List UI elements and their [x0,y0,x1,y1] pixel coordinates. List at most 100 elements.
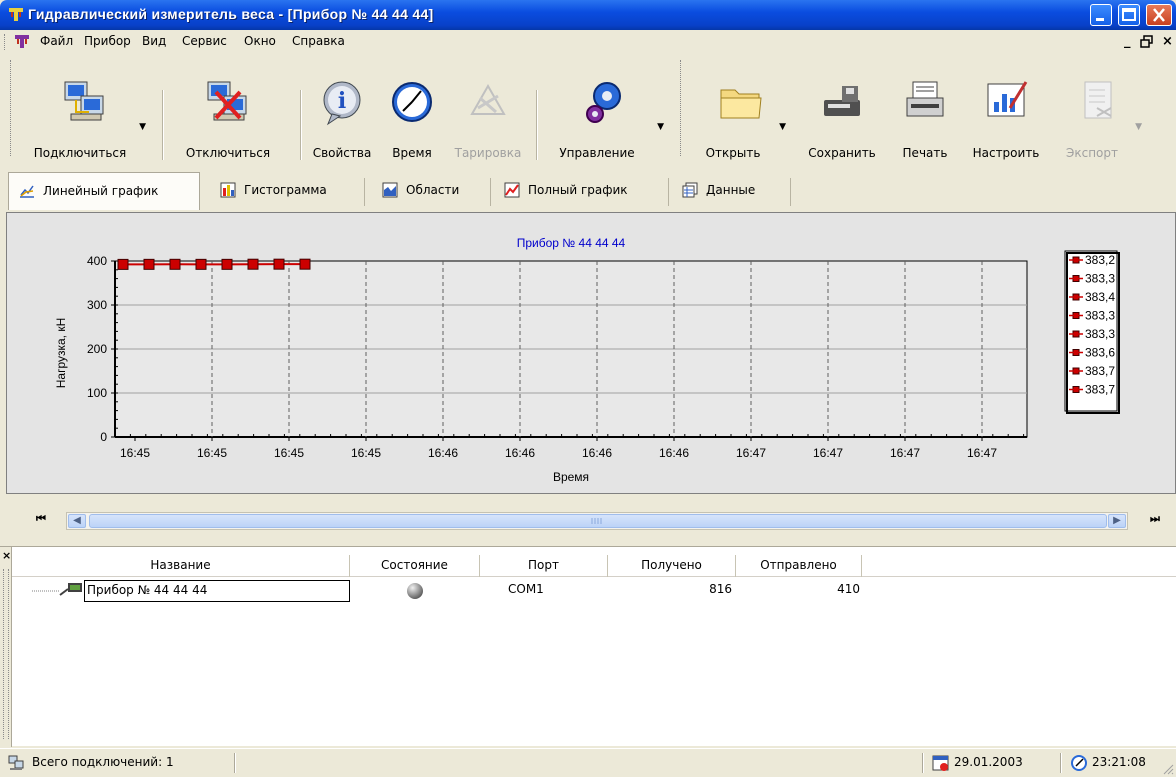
menu-service[interactable]: Сервис [182,34,227,48]
menu-window[interactable]: Окно [244,34,276,48]
toolbar-separator [536,90,538,160]
print-label: Печать [902,146,948,160]
scroll-last-button[interactable]: ⏭ [1150,512,1160,526]
properties-label: Свойства [312,146,372,160]
document-icon[interactable] [14,34,30,50]
x-tick-label: 16:47 [736,446,766,460]
export-icon [1084,81,1112,119]
menu-view[interactable]: Вид [142,34,166,48]
tab-histogram-label: Гистограмма [244,183,327,197]
x-tick-label: 16:46 [659,446,689,460]
chart-panel: 0 100 200 300 400 16:45 16:45 16:45 16:45 16:46 16… [6,212,1176,494]
connect-label: Подключиться [33,146,127,160]
x-tick-label: 16:46 [582,446,612,460]
time-label: Время [392,146,432,160]
legend-entry: 383,7 [1085,383,1115,397]
tab-separator [790,178,791,206]
control-button[interactable]: ▼ Управление [542,56,668,164]
data-point-marker [117,258,129,270]
panel-side-bar: × [0,547,12,747]
open-button[interactable]: ▼ Открыть [690,56,792,164]
maximize-button[interactable] [1118,4,1140,26]
minimize-icon [1096,18,1104,21]
header-state[interactable]: Состояние [350,555,480,577]
tab-histogram[interactable]: Гистограмма [210,172,360,210]
mdi-close-button[interactable]: × [1162,34,1173,49]
legend-entry: 383,4 [1085,290,1115,304]
mdi-restore-icon[interactable] [1140,35,1154,49]
close-button[interactable] [1146,4,1172,26]
export-label: Экспорт [1065,146,1119,160]
mdi-minimize-button[interactable]: _ [1124,34,1131,49]
y-tick-label: 400 [87,254,107,268]
clock-icon [1071,755,1087,771]
calendar-icon [932,755,949,771]
tab-full-chart-label: Полный график [528,183,628,197]
sent-cell: 410 [837,582,860,596]
disconnect-button[interactable]: Отключиться [168,56,288,164]
configure-label: Настроить [972,146,1040,160]
thumb-grip-icon [591,518,602,524]
line-chart: 0 100 200 300 400 16:45 16:45 16:45 16:45 16:46 16… [54,236,1120,484]
menu-device[interactable]: Прибор [84,34,131,48]
legend-entry: 383,3 [1085,309,1115,323]
tab-areas-label: Области [406,183,460,197]
grey-circle-icon [407,583,423,599]
x-tick-label: 16:45 [274,446,304,460]
disconnect-computers-icon [207,81,247,121]
title-bar[interactable]: Гидравлический измеритель веса - [Прибор… [0,0,1176,30]
scroll-left-button[interactable]: ◀ [68,514,86,528]
properties-button[interactable]: i Свойства [306,56,378,164]
chart-scrollbar[interactable]: ◀ ▶ [66,512,1128,530]
chart-title: Прибор № 44 44 44 [517,236,626,250]
header-sent[interactable]: Отправлено [736,555,862,577]
panel-close-button[interactable]: × [2,549,11,562]
info-icon: i [323,81,361,126]
menu-file[interactable]: Файл [40,34,73,48]
toolbar-grip[interactable] [680,60,683,156]
tab-full-chart[interactable]: Полный график [494,172,666,210]
menu-grip[interactable] [4,34,7,50]
time-button[interactable]: Время [380,56,444,164]
scroll-thumb[interactable] [89,514,1107,528]
tab-areas[interactable]: Области [372,172,488,210]
configure-button[interactable]: Настроить [960,56,1052,164]
tab-line-chart[interactable]: Линейный график [8,172,200,210]
clock-icon [392,82,432,122]
data-point-marker [221,258,233,270]
toolbar-grip[interactable] [10,60,13,156]
chart-tabs: Линейный график Гистограмма Области Полн… [0,168,1176,210]
resize-grip-icon[interactable] [1162,763,1174,775]
header-name[interactable]: Название [12,555,350,577]
table-header: Название Состояние Порт Получено Отправл… [12,555,1176,577]
panel-grip[interactable] [3,569,9,739]
y-tick-label: 0 [100,430,107,444]
header-port[interactable]: Порт [480,555,608,577]
scroll-right-button[interactable]: ▶ [1108,514,1126,528]
folder-icon [720,89,762,119]
status-time: 23:21:08 [1092,755,1146,769]
chart-configure-icon [987,81,1028,117]
print-button[interactable]: Печать [892,56,958,164]
control-dropdown-arrow[interactable]: ▼ [657,122,664,132]
minimize-button[interactable] [1090,4,1112,26]
menu-help[interactable]: Справка [292,34,345,48]
tab-separator [668,178,669,206]
data-point-marker [143,258,155,270]
x-tick-label: 16:45 [351,446,381,460]
export-dropdown-arrow: ▼ [1135,122,1142,132]
save-button[interactable]: Сохранить [794,56,890,164]
line-chart-icon [20,185,34,198]
connect-dropdown-arrow[interactable]: ▼ [139,122,146,132]
header-received[interactable]: Получено [608,555,736,577]
connect-button[interactable]: ▼ Подключиться [20,56,150,164]
status-date: 29.01.2003 [954,755,1023,769]
open-dropdown-arrow[interactable]: ▼ [779,122,786,132]
scroll-first-button[interactable]: ⏮ [36,512,46,526]
connections-count: Всего подключений: 1 [32,755,174,769]
device-name-cell[interactable]: Прибор № 44 44 44 [84,580,350,602]
tab-data[interactable]: Данные [672,172,788,210]
table-row[interactable]: Прибор № 44 44 44 COM1 816 410 [12,579,1176,602]
menu-bar: Файл Прибор Вид Сервис Окно Справка _ × [0,30,1176,54]
y-tick-label: 200 [87,342,107,356]
